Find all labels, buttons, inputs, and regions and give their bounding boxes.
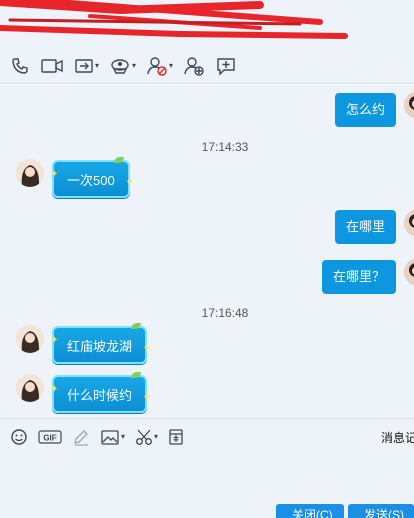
emoji-icon [11,428,27,445]
message-timestamp: 17:16:48 [201,306,249,320]
image-button[interactable]: ▾ [100,428,125,446]
add-app-icon [217,57,235,76]
video-button[interactable] [40,54,64,78]
message-history-link[interactable]: 消息记 [381,429,414,446]
share-screen-button[interactable]: ▾ [74,54,99,78]
avatar[interactable] [16,325,44,353]
leaf-icon [113,157,124,163]
leaf-icon [131,323,142,329]
avatar[interactable] [404,209,414,237]
message-incoming: ✦ 什么时候约 ✦ [50,372,151,413]
remote-assist-button[interactable]: ▾ [109,54,136,78]
pen-icon [74,429,88,446]
sparkle-icon: ✦ [142,343,152,354]
avatar[interactable] [404,258,414,286]
message-incoming: ✦ 一次500 ✦ [50,157,134,198]
image-icon [101,429,119,445]
sparkle-icon: ✦ [50,169,59,180]
message-bubble: ✦ 红庙坡龙湖 ✦ [50,323,151,364]
sparkle-icon: ✦ [125,177,134,188]
block-contact-icon [147,56,167,76]
chevron-down-icon: ▾ [169,61,174,70]
scissors-icon [136,429,152,445]
input-toolbar: GIF ▾ ▾ [0,418,414,454]
chevron-down-icon: ▾ [154,432,159,441]
message-outgoing: 在哪里 [335,210,397,244]
close-button[interactable]: 关闭(C) [276,504,344,518]
block-contact-button[interactable]: ▾ [146,54,173,78]
sparkle-icon: ✦ [142,392,152,403]
avatar[interactable] [404,91,414,119]
message-timestamp: 17:14:33 [201,140,249,154]
gif-button[interactable]: GIF [38,429,62,445]
avatar[interactable] [16,374,44,402]
remote-assist-icon [111,58,129,74]
emoji-button[interactable] [10,428,28,446]
screenshot-button[interactable]: ▾ [135,428,158,446]
message-bubble: ✦ 什么时候约 ✦ [50,372,151,413]
message-list[interactable]: 怎么约 17:14:33 ✦ 一次500 ✦ 在哪里 在哪里？ 17:16:48 [0,85,414,418]
red-packet-button[interactable] [168,428,184,446]
chevron-down-icon: ▾ [132,61,137,70]
message-bubble: 怎么约 [335,93,397,127]
redaction-scribble [0,0,348,39]
chevron-down-icon: ▾ [95,61,100,70]
add-friend-icon [184,56,204,76]
svg-text:GIF: GIF [43,433,56,442]
gif-icon: GIF [38,429,62,444]
message-outgoing: 怎么约 [335,93,397,127]
doodle-button[interactable] [72,428,90,446]
phone-icon [12,57,28,74]
message-input[interactable] [0,454,414,502]
avatar[interactable] [16,159,44,187]
message-outgoing: 在哪里？ [322,260,397,294]
leaf-icon [131,372,142,378]
sparkle-icon: ✦ [50,335,59,346]
share-screen-icon [75,58,93,73]
send-button[interactable]: 发送(S) [348,504,414,518]
video-icon [41,58,63,73]
message-bubble: ✦ 一次500 ✦ [50,157,134,198]
sparkle-icon: ✦ [50,384,59,395]
message-bubble: 在哪里 [335,210,397,244]
chat-toolbar: ▾ ▾ ▾ [0,48,414,84]
add-friend-button[interactable] [183,54,205,78]
add-app-button[interactable] [215,54,237,78]
message-incoming: ✦ 红庙坡龙湖 ✦ [50,323,151,364]
chevron-down-icon: ▾ [121,432,126,441]
title-bar [0,0,414,48]
red-packet-icon [169,428,183,445]
phone-button[interactable] [10,54,30,78]
message-bubble: 在哪里？ [322,260,397,294]
